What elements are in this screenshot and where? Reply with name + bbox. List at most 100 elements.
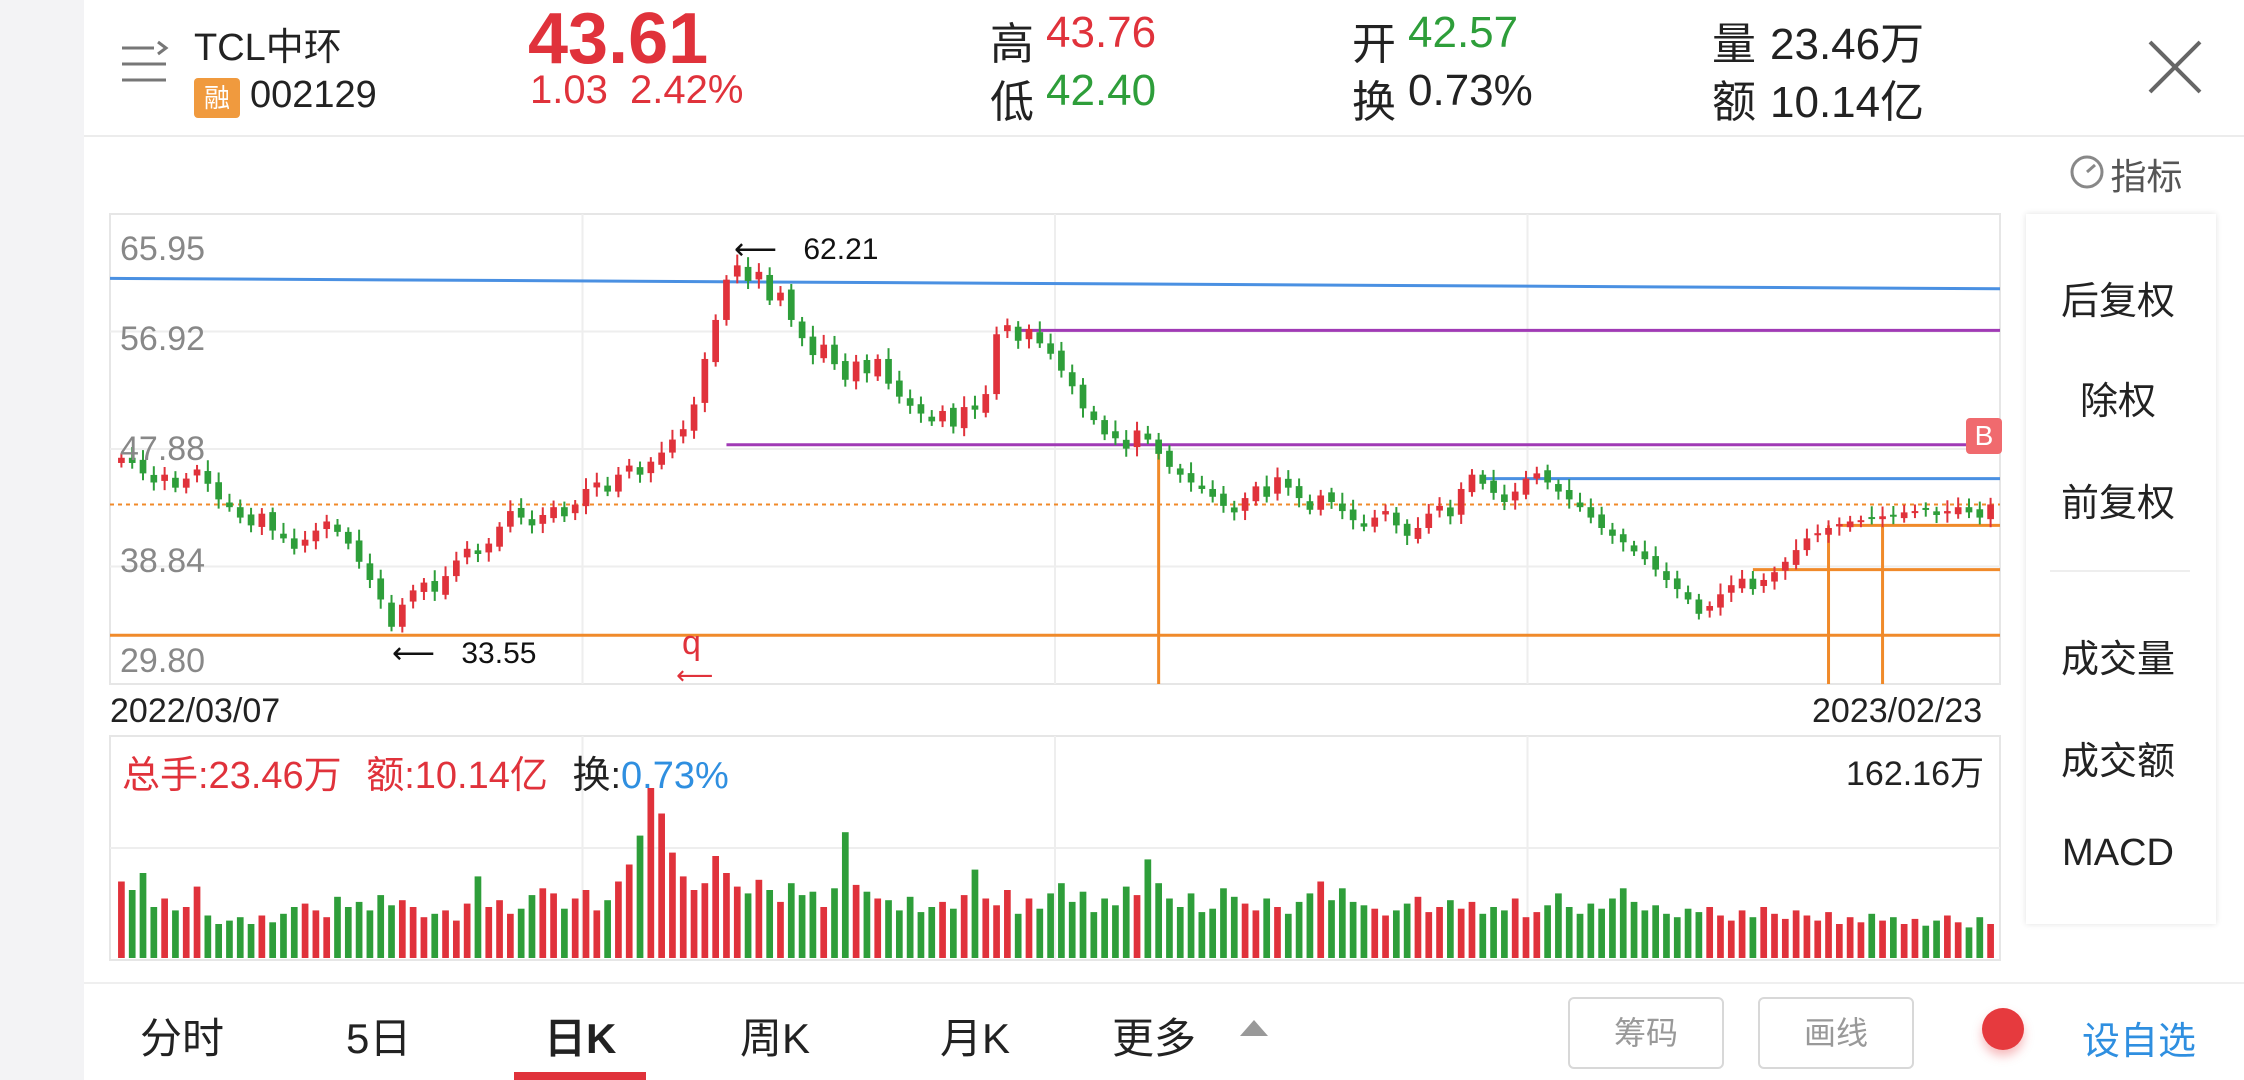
volume-bar (1944, 915, 1951, 958)
candle (831, 344, 838, 365)
draw-line-button[interactable]: 画线 (1758, 997, 1914, 1069)
kline-chart[interactable] (0, 0, 2244, 1080)
candle (1155, 439, 1162, 454)
candle (301, 539, 309, 546)
volume-bar (615, 881, 622, 958)
candle (1263, 486, 1271, 497)
volume-bar (1706, 907, 1714, 958)
volume-bar (388, 905, 395, 958)
candle (1209, 488, 1217, 497)
volume-bar (1609, 898, 1616, 958)
candle (431, 581, 439, 592)
candle (777, 292, 784, 301)
high-annotation: ⟵ 62.21 (734, 232, 878, 267)
volume-bar (1576, 913, 1584, 958)
volume-bar (128, 890, 136, 958)
volume-bar (1230, 896, 1238, 958)
candle (1166, 450, 1173, 467)
candle (1284, 478, 1292, 488)
candle (669, 439, 676, 453)
volume-bar (1144, 859, 1152, 958)
y-tick: 65.95 (120, 230, 206, 268)
candle (1274, 477, 1281, 494)
volume-bar (1166, 898, 1173, 958)
candle (1706, 605, 1714, 611)
volume-bar (1781, 918, 1789, 958)
chips-button[interactable]: 筹码 (1568, 997, 1724, 1069)
tab-5day[interactable]: 5日 (346, 1005, 411, 1066)
tab-more[interactable]: 更多 (1112, 1005, 1196, 1066)
candle (280, 533, 287, 539)
volume-bar (1511, 898, 1519, 958)
volume-bar (1533, 912, 1541, 958)
menu-volume[interactable]: 成交量 (2028, 628, 2208, 683)
menu-forward-adjusted[interactable]: 前复权 (2028, 472, 2208, 527)
volume-bar (1263, 898, 1271, 958)
candle (1004, 325, 1011, 332)
candle (679, 429, 687, 437)
volume-bar (669, 852, 676, 958)
add-watchlist-button[interactable]: 设自选 (2082, 1010, 2196, 1065)
tab-intraday[interactable]: 分时 (140, 1005, 224, 1066)
candle (1349, 509, 1357, 521)
candle (1727, 585, 1735, 593)
tab-monthly-k[interactable]: 月K (940, 1005, 1010, 1066)
candle (625, 465, 633, 472)
candle (1695, 599, 1703, 614)
candle (1133, 430, 1141, 448)
volume-bar (1014, 913, 1022, 958)
candle (1684, 592, 1692, 600)
tab-daily-k[interactable]: 日K (544, 1005, 616, 1066)
volume-bar (928, 907, 936, 958)
candle (604, 485, 611, 492)
volume-bar (1771, 913, 1778, 958)
tab-weekly-k[interactable]: 周K (740, 1005, 810, 1066)
turnover-rate-value: 0.73% (621, 755, 729, 797)
candle (1230, 507, 1238, 513)
volume-bar (301, 903, 309, 958)
volume-bar (982, 898, 990, 958)
record-icon[interactable] (1982, 1008, 2024, 1050)
candle (1565, 490, 1573, 500)
candle (1771, 572, 1778, 582)
volume-bar (874, 898, 882, 958)
volume-bar (1155, 883, 1162, 958)
volume-bar (1036, 908, 1044, 958)
candle (917, 404, 925, 414)
volume-bar (820, 907, 828, 958)
candle (787, 289, 795, 320)
candle (582, 488, 590, 507)
candle (507, 511, 514, 527)
triangle-up-icon[interactable] (1240, 1020, 1268, 1036)
volume-bar (852, 884, 860, 958)
volume-bar (269, 922, 277, 958)
volume-bar (1284, 913, 1292, 958)
menu-back-adjusted[interactable]: 后复权 (2028, 270, 2208, 325)
volume-bar (1900, 924, 1908, 958)
candle (1241, 498, 1249, 511)
volume-bar (766, 890, 774, 958)
candle (1879, 516, 1886, 520)
menu-ex-rights[interactable]: 除权 (2028, 370, 2208, 425)
menu-macd[interactable]: MACD (2028, 832, 2208, 875)
volume-bar (625, 864, 633, 958)
volume-bar (1911, 918, 1919, 958)
candle (366, 563, 374, 580)
volume-bar (798, 895, 806, 958)
candle (388, 602, 395, 627)
volume-bar (1252, 910, 1260, 958)
volume-bar (1695, 912, 1703, 958)
candle (658, 452, 665, 465)
bottom-divider (84, 982, 2244, 984)
candle (1846, 521, 1854, 528)
volume-bar (777, 901, 784, 958)
reference-lines (109, 276, 2036, 684)
volume-bar (1501, 910, 1508, 958)
menu-amount[interactable]: 成交额 (2028, 730, 2208, 785)
volume-bar (1987, 924, 1994, 958)
candle (215, 482, 222, 500)
volume-bar (993, 905, 1000, 958)
candle (377, 578, 385, 600)
volume-bar (1846, 917, 1854, 958)
volume-bar (236, 917, 244, 958)
